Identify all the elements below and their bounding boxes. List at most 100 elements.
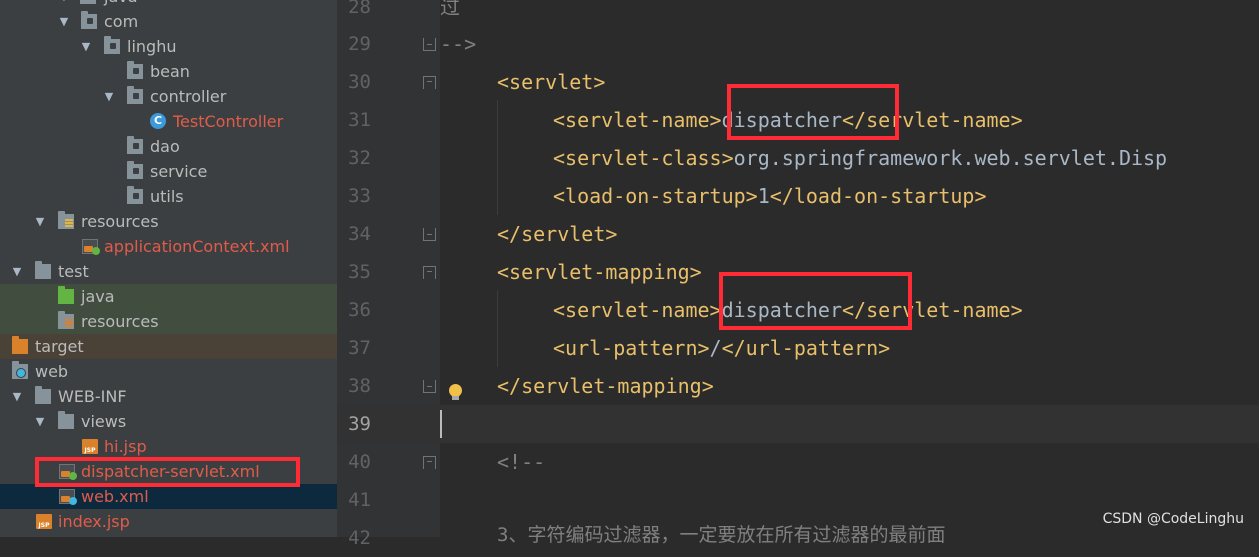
line-number: 30 [348,71,371,93]
tree-item-resources[interactable]: ▼ resources [0,209,337,234]
line-number: 41 [348,489,371,511]
tree-item-test-java[interactable]: java [0,284,337,309]
tree-item-utils[interactable]: utils [0,184,337,209]
chevron-down-icon[interactable]: ▼ [102,84,116,109]
indent-guide [497,100,498,215]
tree-item-service[interactable]: service [0,159,337,184]
code-line-38[interactable]: </servlet-mapping> [497,367,714,405]
folder-icon [58,411,74,429]
tree-item-applicationcontext[interactable]: applicationContext.xml [0,234,337,259]
indent-guide [497,290,498,367]
xml-tag: </servlet-mapping> [497,374,714,398]
current-line-highlight [440,405,1259,443]
fold-end-icon[interactable] [423,380,436,393]
code-line-33[interactable]: <load-on-startup>1</load-on-startup> [553,177,987,215]
folder-icon [35,386,51,404]
fold-end-icon[interactable] [423,228,436,241]
tree-item-controller[interactable]: ▼ controller [0,84,337,109]
chevron-down-icon[interactable]: ▼ [33,209,47,234]
line-number: 29 [348,33,371,55]
tree-item-web[interactable]: web [0,359,337,384]
code-line-28[interactable]: 过 [440,0,460,26]
chevron-down-icon[interactable]: ▼ [57,0,71,9]
chevron-down-icon[interactable]: ▼ [33,409,47,434]
package-icon [127,161,143,179]
xml-tag: <servlet-class> [553,146,734,170]
tree-item-dao[interactable]: dao [0,134,337,159]
excluded-folder-icon [12,336,28,354]
web-xml-icon [59,489,77,505]
watermark: CSDN @CodeLinghu [1102,511,1244,527]
folder-icon [80,0,96,4]
java-class-icon: C [150,113,166,129]
code-line-32[interactable]: <servlet-class>org.springframework.web.s… [553,139,1167,177]
xml-tag: <servlet-mapping> [497,260,702,284]
test-resources-folder-icon [58,311,74,329]
fold-start-icon[interactable] [423,76,436,89]
tree-item-hi-jsp[interactable]: JSP hi.jsp [0,434,337,459]
fold-start-icon[interactable] [423,266,436,279]
code-line-29[interactable]: --> [440,25,476,63]
package-icon [127,61,143,79]
line-number: 38 [348,375,371,397]
package-icon [104,36,120,54]
tree-item-target[interactable]: target [0,334,337,359]
intention-bulb-icon[interactable] [449,384,462,400]
tree-item-test[interactable]: ▼ test [0,259,337,284]
xml-tag: <load-on-startup> [553,184,758,208]
chevron-down-icon[interactable]: ▼ [79,34,93,59]
tree-item-web-inf[interactable]: ▼ WEB-INF [0,384,337,409]
web-folder-icon [12,361,28,379]
chevron-down-icon[interactable]: ▼ [10,384,24,409]
xml-tag: <url-pattern> [553,336,710,360]
tree-item-linghu[interactable]: ▼ linghu [0,34,337,59]
resources-folder-icon [58,211,74,229]
tree-item-com[interactable]: ▼ com [0,9,337,34]
xml-text: 1 [757,184,770,208]
line-number: 35 [348,261,371,283]
highlight-box-mapping-name [719,272,912,330]
tree-item-test-resources[interactable]: resources [0,309,337,334]
xml-tag: </load-on-startup> [769,184,987,208]
xml-tag: <servlet-name> [553,298,722,322]
tree-item-testcontroller[interactable]: C TestController [0,109,337,134]
code-line-34[interactable]: </servlet> [497,215,617,253]
tree-item-bean[interactable]: bean [0,59,337,84]
tree-item-web-xml[interactable]: web.xml [0,484,337,509]
package-icon [127,186,143,204]
jsp-file-icon: JSP [82,439,98,454]
tree-item-java[interactable]: ▼ java [0,0,337,9]
chevron-down-icon[interactable]: ▼ [57,9,71,34]
line-number: 31 [348,109,371,131]
code-line-40[interactable]: <!-- [497,443,545,481]
xml-tag: <servlet> [497,70,606,94]
line-number: 36 [348,299,371,321]
fold-end-icon[interactable] [423,38,436,51]
code-line-35[interactable]: <servlet-mapping> [497,253,702,291]
package-icon [81,11,97,29]
line-number: 33 [348,185,371,207]
xml-tag: </url-pattern> [721,336,891,360]
tree-item-index-jsp[interactable]: JSP index.jsp [0,509,337,534]
package-icon [127,86,143,104]
fold-start-icon[interactable] [423,456,436,469]
spring-xml-icon [82,239,100,255]
jsp-file-icon: JSP [36,514,52,529]
line-number: 42 [348,527,371,549]
highlight-box-servlet-name [727,84,899,140]
line-number: 28 [348,0,371,18]
tree-item-views[interactable]: ▼ views [0,409,337,434]
code-line-37[interactable]: <url-pattern>/</url-pattern> [553,329,890,367]
line-number: 34 [348,223,371,245]
xml-tag: <servlet-name> [553,108,722,132]
xml-text: / [709,336,722,360]
folder-icon [35,261,51,279]
project-tree: ▼ java ▼ com ▼ linghu bean ▼ controller … [0,0,337,537]
package-icon [127,136,143,154]
line-number: 37 [348,337,371,359]
test-sources-folder-icon [58,286,74,304]
xml-text: org.springframework.web.servlet.Disp [733,146,1168,170]
chevron-down-icon[interactable]: ▼ [10,259,24,284]
code-line-30[interactable]: <servlet> [497,63,605,101]
code-line-42[interactable]: 3、字符编码过滤器，一定要放在所有过滤器的最前面 [497,516,945,554]
